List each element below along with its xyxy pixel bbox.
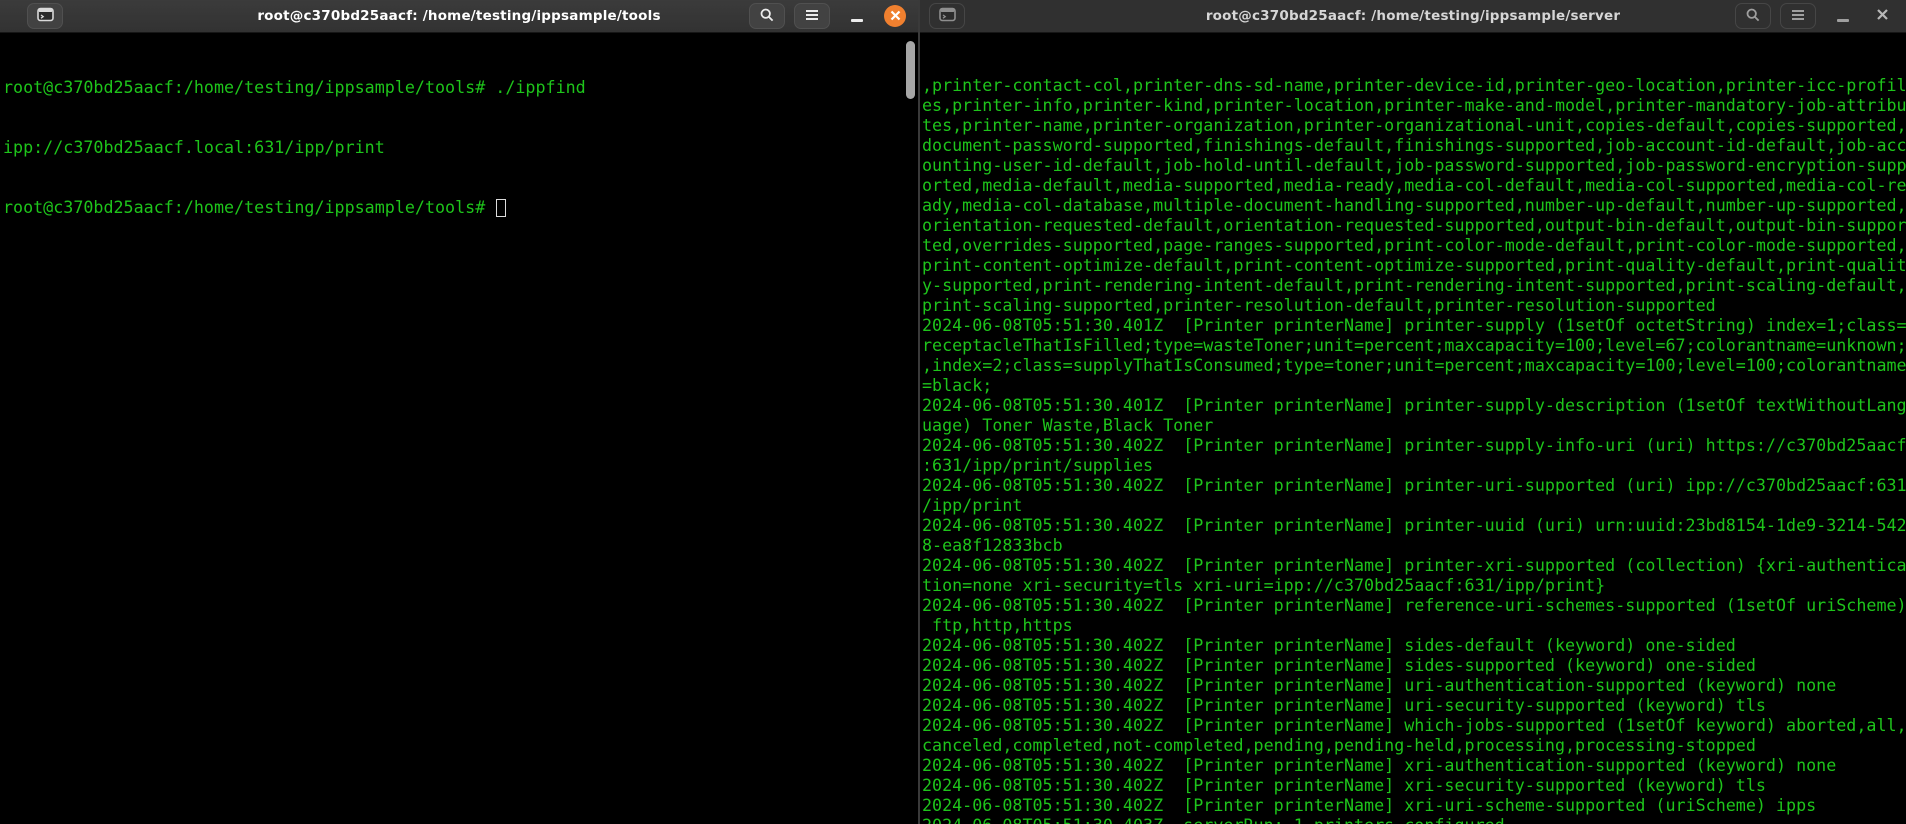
- terminal-line: document-password-supported,finishings-d…: [922, 135, 1906, 155]
- terminal-log-lines: ,printer-contact-col,printer-dns-sd-name…: [922, 75, 1906, 824]
- terminal-line: ounting-user-id-default,job-hold-until-d…: [922, 155, 1906, 175]
- terminal-line: root@c370bd25aacf:/home/testing/ippsampl…: [3, 77, 918, 97]
- terminal-line: es,printer-info,printer-kind,printer-loc…: [922, 95, 1906, 115]
- terminal-line: print-content-optimize-default,print-con…: [922, 255, 1906, 275]
- minimize-button[interactable]: [1825, 3, 1861, 29]
- terminal-line: ady,media-col-database,multiple-document…: [922, 195, 1906, 215]
- window-controls: [749, 3, 906, 29]
- terminal-line: ,index=2;class=supplyThatIsConsumed;type…: [922, 355, 1906, 375]
- terminal-line: receptacleThatIsFilled;type=wasteToner;u…: [922, 335, 1906, 355]
- minimize-button[interactable]: [839, 3, 875, 29]
- terminal-line: tion=none xri-security=tls xri-uri=ipp:/…: [922, 575, 1906, 595]
- hamburger-icon: [1791, 9, 1805, 24]
- terminal-app-icon-button[interactable]: [27, 3, 63, 29]
- search-button[interactable]: [749, 3, 785, 29]
- terminal-line: 2024-06-08T05:51:30.402Z [Printer printe…: [922, 715, 1906, 735]
- terminal-line: /ipp/print: [922, 495, 1906, 515]
- terminal-output-server[interactable]: ,printer-contact-col,printer-dns-sd-name…: [920, 33, 1906, 824]
- terminal-line: ,printer-contact-col,printer-dns-sd-name…: [922, 75, 1906, 95]
- terminal-line: 2024-06-08T05:51:30.402Z [Printer printe…: [922, 475, 1906, 495]
- dash-icon: [851, 19, 863, 22]
- terminal-icon: [939, 7, 956, 25]
- hamburger-icon: [805, 9, 819, 24]
- window-controls: [1735, 3, 1894, 29]
- terminal-line: 2024-06-08T05:51:30.402Z [Printer printe…: [922, 795, 1906, 815]
- terminal-line: 2024-06-08T05:51:30.401Z [Printer printe…: [922, 315, 1906, 335]
- terminal-line: =black;: [922, 375, 1906, 395]
- terminal-line: 2024-06-08T05:51:30.402Z [Printer printe…: [922, 435, 1906, 455]
- close-button[interactable]: [1870, 4, 1894, 28]
- menu-button[interactable]: [794, 3, 830, 29]
- terminal-line: 2024-06-08T05:51:30.402Z [Printer printe…: [922, 555, 1906, 575]
- terminal-line: 2024-06-08T05:51:30.402Z [Printer printe…: [922, 655, 1906, 675]
- terminal-line: 2024-06-08T05:51:30.401Z [Printer printe…: [922, 395, 1906, 415]
- close-button[interactable]: [884, 5, 906, 27]
- terminal-window-server: root@c370bd25aacf: /home/testing/ippsamp…: [920, 0, 1906, 824]
- terminal-line: 2024-06-08T05:51:30.402Z [Printer printe…: [922, 775, 1906, 795]
- terminal-prompt-line: root@c370bd25aacf:/home/testing/ippsampl…: [3, 197, 918, 217]
- dash-icon: [1837, 19, 1849, 22]
- terminal-line: 2024-06-08T05:51:30.402Z [Printer printe…: [922, 675, 1906, 695]
- terminal-cursor: [496, 199, 506, 217]
- terminal-line: :631/ipp/print/supplies: [922, 455, 1906, 475]
- terminal-line: ipp://c370bd25aacf.local:631/ipp/print: [3, 137, 918, 157]
- terminal-line: ted,overrides-supported,page-ranges-supp…: [922, 235, 1906, 255]
- terminal-line: y-supported,print-rendering-intent-defau…: [922, 275, 1906, 295]
- terminal-line: 2024-06-08T05:51:30.403Z serverRun: 1 pr…: [922, 815, 1906, 824]
- terminal-output-tools[interactable]: root@c370bd25aacf:/home/testing/ippsampl…: [0, 33, 918, 824]
- terminal-line: ftp,http,https: [922, 615, 1906, 635]
- terminal-line: 8-ea8f12833bcb: [922, 535, 1906, 555]
- terminal-app-icon-button[interactable]: [929, 3, 965, 29]
- terminal-window-tools: root@c370bd25aacf: /home/testing/ippsamp…: [0, 0, 918, 824]
- x-icon: [890, 9, 901, 24]
- terminal-line: 2024-06-08T05:51:30.402Z [Printer printe…: [922, 695, 1906, 715]
- terminal-icon: [37, 7, 54, 25]
- terminal-line: canceled,completed,not-completed,pending…: [922, 735, 1906, 755]
- search-button[interactable]: [1735, 3, 1771, 29]
- terminal-line: tes,printer-name,printer-organization,pr…: [922, 115, 1906, 135]
- terminal-line: 2024-06-08T05:51:30.402Z [Printer printe…: [922, 595, 1906, 615]
- terminal-line: orientation-requested-default,orientatio…: [922, 215, 1906, 235]
- terminal-line: print-scaling-supported,printer-resoluti…: [922, 295, 1906, 315]
- search-icon: [1745, 7, 1761, 26]
- terminal-line: uage) Toner Waste,Black Toner: [922, 415, 1906, 435]
- x-icon: [1876, 8, 1889, 24]
- menu-button[interactable]: [1780, 3, 1816, 29]
- scrollbar-thumb[interactable]: [906, 41, 915, 99]
- search-icon: [759, 7, 775, 26]
- terminal-line: 2024-06-08T05:51:30.402Z [Printer printe…: [922, 755, 1906, 775]
- titlebar-server[interactable]: root@c370bd25aacf: /home/testing/ippsamp…: [920, 0, 1906, 33]
- terminal-line: 2024-06-08T05:51:30.402Z [Printer printe…: [922, 515, 1906, 535]
- terminal-line: 2024-06-08T05:51:30.402Z [Printer printe…: [922, 635, 1906, 655]
- terminal-line: orted,media-default,media-supported,medi…: [922, 175, 1906, 195]
- titlebar-tools[interactable]: root@c370bd25aacf: /home/testing/ippsamp…: [0, 0, 918, 33]
